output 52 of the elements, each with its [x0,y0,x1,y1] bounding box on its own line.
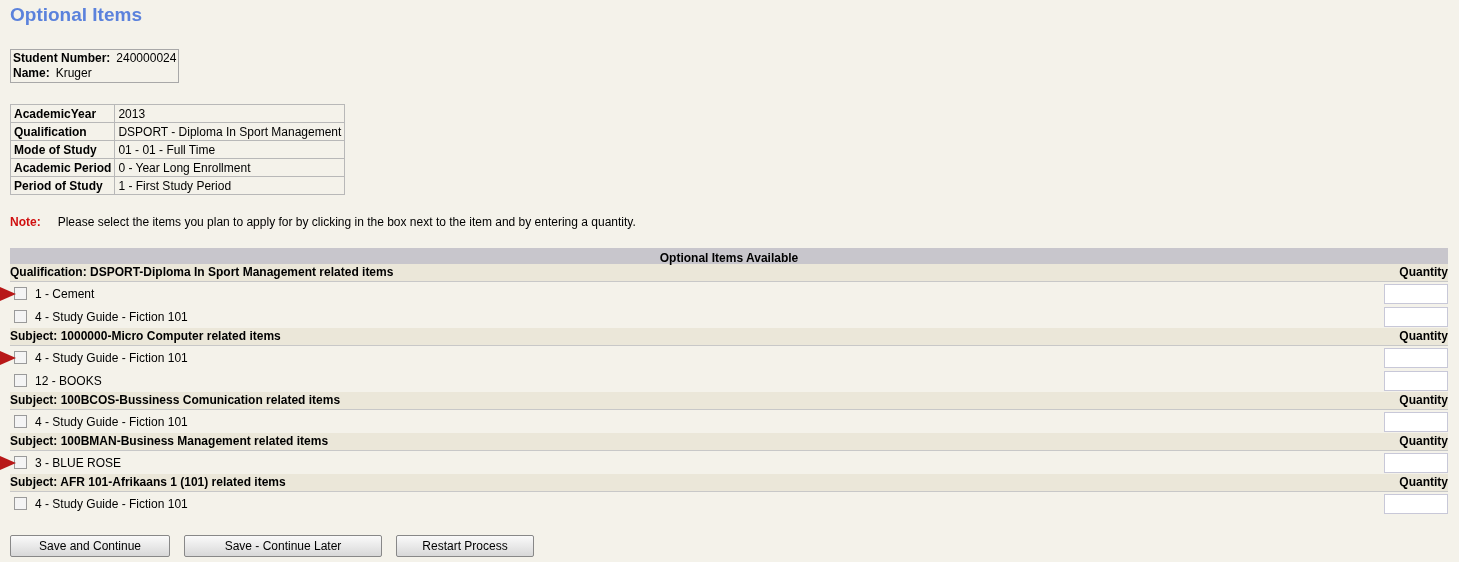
note-label: Note: [10,215,41,229]
column-label: Quantity [1399,392,1448,409]
column-label: Quantity [1399,264,1448,281]
table-cell: DSPORT - Diploma In Sport Management [114,122,345,141]
table-header: Optional Items Available [10,248,1448,264]
table-cell: Mode of Study [10,140,115,159]
quantity-field[interactable] [1384,411,1448,432]
group-title: Subject: 1000000-Micro Computer related items [10,328,281,345]
note-text: Please select the items you plan to apply for by clicking in the box next to the item and by entering a quantity. [57,215,636,229]
group-title: Qualification: DSPORT-Diploma In Sport Management related items [10,264,394,281]
action-button[interactable]: Save - Continue Later [184,535,382,557]
checkbox[interactable] [14,497,27,510]
item-label: 1 - Cement [35,286,95,301]
group-title: Subject: 100BMAN-Business Management related items [10,433,329,450]
table-cell: 2013 [114,104,345,123]
checkbox[interactable] [14,310,27,323]
checkbox[interactable] [14,351,27,364]
item-label: 3 - BLUE ROSE [35,455,122,470]
field-label: Student Number: [13,51,111,65]
table-cell: Academic Period [10,158,115,177]
quantity-field[interactable] [1384,283,1448,304]
item-label: 4 - Study Guide - Fiction 101 [35,350,188,365]
column-label: Quantity [1399,474,1448,491]
checkbox[interactable] [14,374,27,387]
table-cell: 01 - 01 - Full Time [114,140,345,159]
item-label: 4 - Study Guide - Fiction 101 [35,414,188,429]
action-button[interactable]: Save and Continue [10,535,170,557]
group-title: Subject: AFR 101-Afrikaans 1 (101) related items [10,474,286,491]
page-title: Optional Items [10,4,143,26]
table-cell: 1 - First Study Period [114,176,345,195]
checkbox[interactable] [14,287,27,300]
field-label: Name: [13,66,50,80]
table-cell: Period of Study [10,176,115,195]
field-value: Kruger [55,66,92,80]
quantity-field[interactable] [1384,347,1448,368]
checkbox[interactable] [14,456,27,469]
item-label: 4 - Study Guide - Fiction 101 [35,309,188,324]
quantity-field[interactable] [1384,306,1448,327]
quantity-field[interactable] [1384,370,1448,391]
table-cell: 0 - Year Long Enrollment [114,158,345,177]
column-label: Quantity [1399,433,1448,450]
column-label: Quantity [1399,328,1448,345]
quantity-field[interactable] [1384,452,1448,473]
action-button[interactable]: Restart Process [396,535,534,557]
field-value: 240000024 [116,51,177,65]
checkbox[interactable] [14,415,27,428]
table-cell: AcademicYear [10,104,115,123]
table-cell: Qualification [10,122,115,141]
quantity-field[interactable] [1384,493,1448,514]
item-label: 12 - BOOKS [35,373,102,388]
group-title: Subject: 100BCOS-Bussiness Comunication related items [10,392,341,409]
item-label: 4 - Study Guide - Fiction 101 [35,496,188,511]
